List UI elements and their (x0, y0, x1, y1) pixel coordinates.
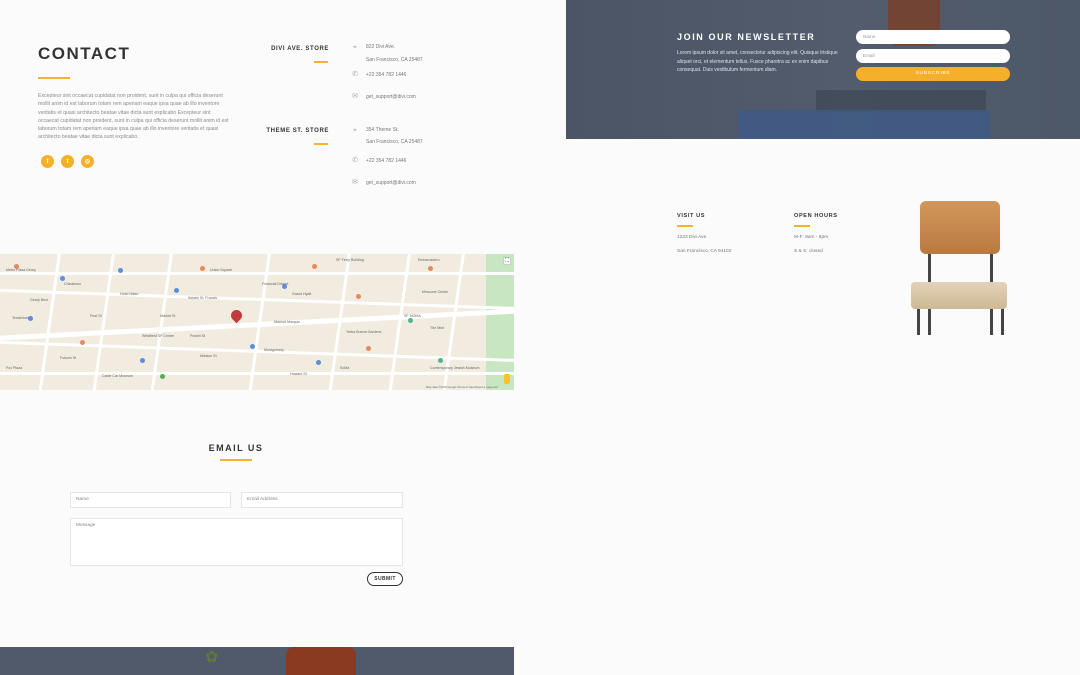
vase-image (286, 647, 356, 675)
email-us-title: EMAIL US (208, 443, 264, 453)
twitter-icon[interactable]: t (61, 155, 74, 168)
email-icon: ✉ (352, 93, 358, 100)
subscribe-button[interactable]: SUBSCRIBE (856, 67, 1010, 81)
contact-description: Excepteur sint occaecat cupidatat non pr… (38, 93, 229, 141)
email-icon: ✉ (352, 179, 358, 186)
map-label: Yerba Buena Gardens (346, 330, 382, 334)
facebook-icon[interactable]: f (41, 155, 54, 168)
email-field[interactable]: Email Address (241, 492, 403, 508)
store-phone[interactable]: +22 354 782 1446 (366, 158, 406, 165)
store-email[interactable]: get_support@divi.com (366, 94, 416, 101)
location-icon: ⌖ (353, 44, 357, 51)
store-name: THEME ST. STORE (266, 128, 329, 134)
store-name: DIVI AVE. STORE (271, 46, 329, 52)
store-underline (314, 61, 328, 63)
hours-underline (794, 225, 810, 227)
location-icon: ⌖ (353, 127, 357, 134)
chair-image (905, 195, 1015, 340)
map-label: The Mint (430, 326, 444, 330)
map-label: Union Square (210, 268, 232, 272)
map-label: Howard St (290, 372, 307, 376)
phone-icon: ✆ (352, 71, 358, 78)
bottom-banner: ✿ (0, 647, 514, 675)
contact-title-underline (38, 77, 70, 79)
map-label: Westfield SF Centre (142, 334, 175, 338)
book-image (738, 110, 990, 139)
store-underline (314, 143, 328, 145)
map-label: Westin St. Francis (188, 296, 218, 300)
plant-icon: ✿ (205, 649, 219, 666)
map-label: Chinatown (64, 282, 81, 286)
map-label: Cable Car Museum (102, 374, 133, 378)
map-label: Contemporary Jewish Museum (430, 366, 480, 370)
hours-line2: S & S: closed (794, 249, 823, 254)
contact-title: CONTACT (38, 44, 131, 63)
map-label: Post St (90, 314, 102, 318)
newsletter-name-input[interactable]: Name (856, 30, 1010, 44)
visit-underline (677, 225, 693, 227)
visit-line2: San Francisco, CA 94102 (677, 249, 732, 254)
hours-line1: M-F: 8am - 6pm (794, 235, 829, 240)
submit-button[interactable]: SUBMIT (367, 572, 403, 586)
map-label: SF Ferry Building (336, 258, 364, 262)
visit-line1: 1223 Divi Ave (677, 235, 707, 240)
map-label: SF MOMA (404, 314, 421, 318)
newsletter-email-input[interactable]: Email (856, 49, 1010, 63)
store-address-line2: San Francisco, CA 25487 (366, 139, 423, 145)
fullscreen-icon[interactable]: ⛶ (503, 257, 511, 265)
phone-icon: ✆ (352, 157, 358, 164)
map-label: Tenderloin (12, 316, 29, 320)
map-label: Powell St (190, 334, 205, 338)
map-attribution: Map data ©2019 Google Terms of Use Repor… (426, 385, 499, 389)
map-label: Hotel Nikko (120, 292, 139, 296)
email-us-underline (220, 459, 252, 461)
map-label: Metro Plaza Geary (6, 268, 36, 272)
store-address-line1: 354 Theme St. (366, 127, 399, 133)
message-field[interactable]: Message (70, 518, 403, 566)
store-email[interactable]: get_support@divi.com (366, 180, 416, 187)
map-label: Embarcadero (418, 258, 440, 262)
map-marker-icon[interactable] (228, 307, 245, 324)
map-label: SoMa (340, 366, 350, 370)
hours-title: OPEN HOURS (794, 213, 838, 219)
store-phone[interactable]: +22 354 782 1446 (366, 72, 406, 79)
store-address-line1: 822 Divi Ave. (366, 44, 396, 50)
book-image (816, 90, 986, 112)
map-label: Folsom St (60, 356, 77, 360)
map-label: Mission St (200, 354, 217, 358)
store-address-line2: San Francisco, CA 25487 (366, 57, 423, 63)
map-label: Marriott Marquis (274, 320, 300, 324)
store-map[interactable]: Metro Plaza Geary SF Ferry Building Unio… (0, 254, 514, 390)
instagram-icon[interactable]: ◎ (81, 155, 94, 168)
newsletter-text: Lorem ipsum dolor sit amet, consectetur … (677, 50, 838, 73)
visit-title: VISIT US (677, 213, 706, 219)
map-label: Fox Plaza (6, 366, 22, 370)
newsletter-title: JOIN OUR NEWSLETTER (677, 32, 816, 42)
map-label: Moscone Center (422, 290, 449, 294)
street-view-icon[interactable] (504, 374, 510, 384)
map-label: Geary Blvd (30, 298, 48, 302)
newsletter-banner: JOIN OUR NEWSLETTER Lorem ipsum dolor si… (566, 0, 1080, 139)
name-field[interactable]: Name (70, 492, 231, 508)
map-label: Grand Hyatt (292, 292, 312, 296)
map-label: Market St (160, 314, 176, 318)
map-label: Financial District (262, 282, 289, 286)
map-label: Montgomery (264, 348, 284, 352)
